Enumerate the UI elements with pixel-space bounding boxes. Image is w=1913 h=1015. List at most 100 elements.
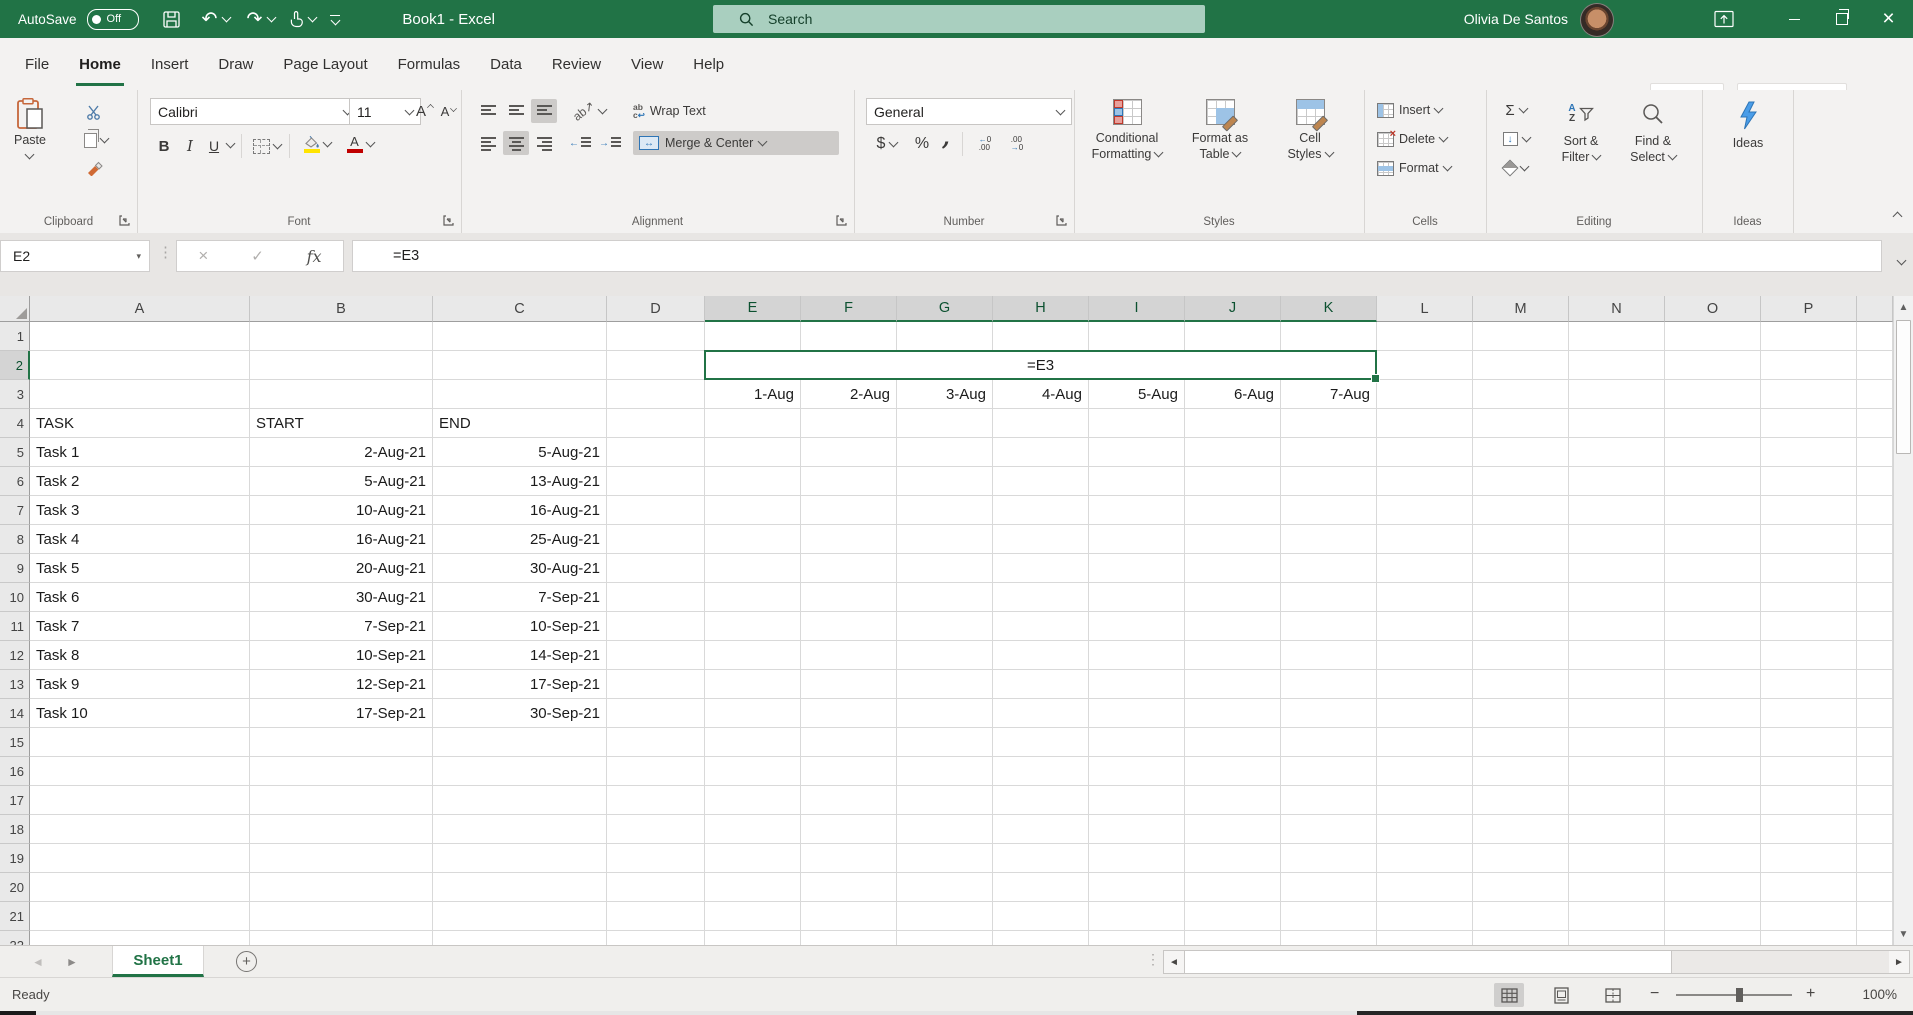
cell-C13[interactable]: 17-Sep-21 [433,670,607,699]
cell-O2[interactable] [1665,351,1761,380]
autosum-button[interactable]: Σ [1496,98,1536,122]
cell-M9[interactable] [1473,554,1569,583]
cell-J15[interactable] [1185,728,1281,757]
cell-O5[interactable] [1665,438,1761,467]
cell-K22[interactable] [1281,931,1377,945]
cell-O4[interactable] [1665,409,1761,438]
cell-N8[interactable] [1569,525,1665,554]
ribbon-tab-review[interactable]: Review [537,38,616,90]
cell-D2[interactable] [607,351,705,380]
cell-J6[interactable] [1185,467,1281,496]
cell-G11[interactable] [897,612,993,641]
cell-I5[interactable] [1089,438,1185,467]
cell-C22[interactable] [433,931,607,945]
cell-E4[interactable] [705,409,801,438]
cell-I3[interactable]: 5-Aug [1089,380,1185,409]
cell-H12[interactable] [993,641,1089,670]
save-button[interactable] [162,10,180,28]
cell-G10[interactable] [897,583,993,612]
row-header-11[interactable]: 11 [0,612,30,641]
cell-F12[interactable] [801,641,897,670]
cell-J17[interactable] [1185,786,1281,815]
minimize-button[interactable] [1771,0,1818,38]
comma-style-button[interactable]: , [936,125,956,151]
cell-C20[interactable] [433,873,607,902]
cell-D4[interactable] [607,409,705,438]
cell-M5[interactable] [1473,438,1569,467]
cell-D18[interactable] [607,815,705,844]
cell-B20[interactable] [250,873,433,902]
cell-I16[interactable] [1089,757,1185,786]
cell-H21[interactable] [993,902,1089,931]
cell-E16[interactable] [705,757,801,786]
cell-B3[interactable] [250,380,433,409]
customize-quick-access-toolbar-button[interactable] [330,14,341,25]
cell-O19[interactable] [1665,844,1761,873]
cell-F21[interactable] [801,902,897,931]
cell-I1[interactable] [1089,322,1185,351]
cell-H7[interactable] [993,496,1089,525]
cell-K8[interactable] [1281,525,1377,554]
cell-O12[interactable] [1665,641,1761,670]
cell-J20[interactable] [1185,873,1281,902]
cell-I12[interactable] [1089,641,1185,670]
cell-I4[interactable] [1089,409,1185,438]
cell-O20[interactable] [1665,873,1761,902]
page-layout-view-button[interactable] [1546,983,1576,1007]
ribbon-display-options-button[interactable] [1700,0,1747,38]
cell-H4[interactable] [993,409,1089,438]
clear-button[interactable] [1496,156,1536,180]
search-input[interactable]: Search [713,5,1205,33]
cell-E9[interactable] [705,554,801,583]
cell-B10[interactable]: 30-Aug-21 [250,583,433,612]
ribbon-tab-draw[interactable]: Draw [203,38,268,90]
user-name[interactable]: Olivia De Santos [1390,0,1568,38]
cell-P19[interactable] [1761,844,1857,873]
cell-F10[interactable] [801,583,897,612]
cell-J9[interactable] [1185,554,1281,583]
cell-N14[interactable] [1569,699,1665,728]
cell-L10[interactable] [1377,583,1473,612]
increase-indent-button[interactable]: → [597,131,623,155]
cut-button[interactable] [82,100,106,124]
cell-M15[interactable] [1473,728,1569,757]
align-right-button[interactable] [531,131,557,155]
decrease-decimal-button[interactable]: .00 →0 [1002,132,1032,156]
cell-D20[interactable] [607,873,705,902]
cell-B2[interactable] [250,351,433,380]
cell-P6[interactable] [1761,467,1857,496]
cell-G20[interactable] [897,873,993,902]
cell-C5[interactable]: 5-Aug-21 [433,438,607,467]
cell-K16[interactable] [1281,757,1377,786]
zoom-level[interactable]: 100% [1862,987,1897,1002]
cell-L21[interactable] [1377,902,1473,931]
cell-L19[interactable] [1377,844,1473,873]
delete-cells-button[interactable]: × Delete [1377,127,1449,151]
cell-C7[interactable]: 16-Aug-21 [433,496,607,525]
cell-F6[interactable] [801,467,897,496]
cell-O10[interactable] [1665,583,1761,612]
cell-M1[interactable] [1473,322,1569,351]
cell-A4[interactable]: TASK [30,409,250,438]
cell-F15[interactable] [801,728,897,757]
cell-H10[interactable] [993,583,1089,612]
cell-N20[interactable] [1569,873,1665,902]
scroll-track[interactable] [1672,951,1889,973]
cell-N1[interactable] [1569,322,1665,351]
scroll-left-button[interactable]: ◄ [1164,951,1184,973]
cell-B13[interactable]: 12-Sep-21 [250,670,433,699]
cell-D3[interactable] [607,380,705,409]
cell-G22[interactable] [897,931,993,945]
ribbon-tab-file[interactable]: File [10,38,64,90]
cell-F14[interactable] [801,699,897,728]
cell-O15[interactable] [1665,728,1761,757]
cell-E22[interactable] [705,931,801,945]
cell-M3[interactable] [1473,380,1569,409]
cell-F22[interactable] [801,931,897,945]
cell-P20[interactable] [1761,873,1857,902]
cell-M13[interactable] [1473,670,1569,699]
cell-A17[interactable] [30,786,250,815]
cell-A15[interactable] [30,728,250,757]
cell-E11[interactable] [705,612,801,641]
cell-L2[interactable] [1377,351,1473,380]
